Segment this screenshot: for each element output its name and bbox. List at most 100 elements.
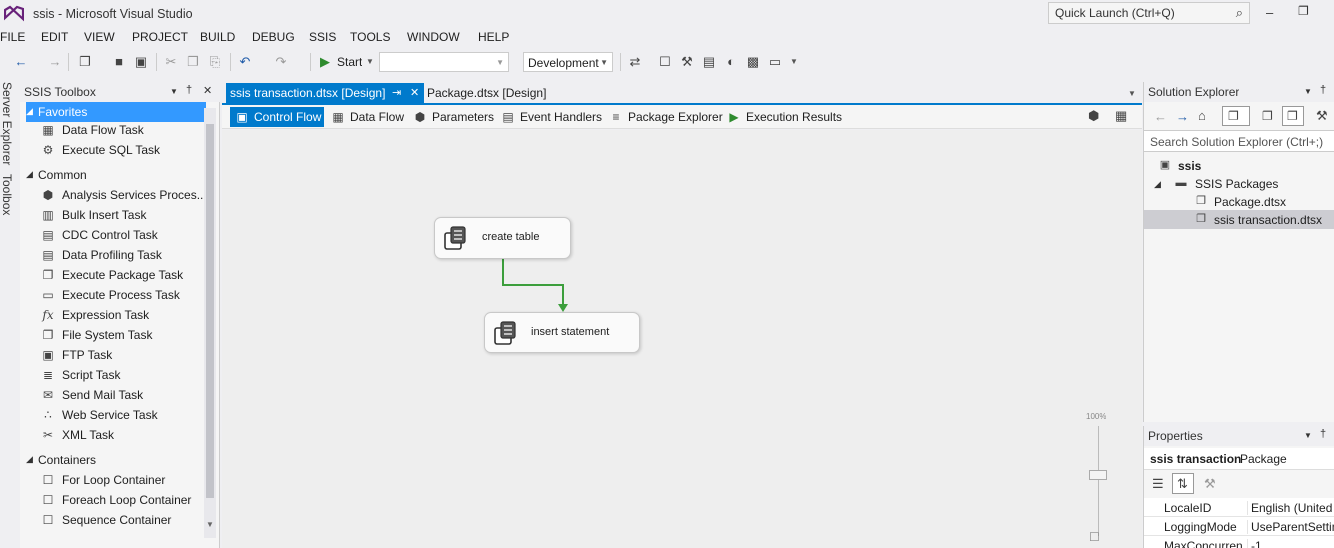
package-icon[interactable]: ▩ <box>744 53 762 71</box>
property-value[interactable]: English (United S <box>1247 501 1334 515</box>
pin-icon[interactable]: † <box>1320 428 1326 440</box>
window-icon[interactable]: ☐ <box>656 53 674 71</box>
tab-overflow-icon[interactable]: ▼ <box>1128 89 1136 98</box>
menu-window[interactable]: WINDOW <box>407 30 460 44</box>
tree-node-file-selected[interactable]: ❐ ssis transaction.dtsx <box>1194 211 1330 229</box>
variables-icon[interactable]: ◐ <box>722 53 740 71</box>
panel-dropdown-icon[interactable]: ▼ <box>1304 87 1312 96</box>
toolbox-item[interactable]: ▭ Execute Process Task <box>40 285 220 305</box>
tab-package-explorer[interactable]: ≡ Package Explorer <box>604 107 722 127</box>
toolbox-item[interactable]: ▦ Data Flow Task <box>40 120 220 140</box>
minimize-button[interactable]: – <box>1266 5 1273 20</box>
toolbox-item[interactable]: fx Expression Task <box>40 305 220 325</box>
property-row[interactable]: LocaleID English (United S <box>1144 498 1334 517</box>
menu-file[interactable]: FILE <box>0 30 25 44</box>
tab-parameters[interactable]: ⬢ Parameters <box>408 107 494 127</box>
pin-icon[interactable]: ⇥ <box>392 86 401 99</box>
toolbox-icon[interactable]: ▤ <box>700 53 718 71</box>
cut-icon[interactable]: ✂ <box>162 53 180 71</box>
save-icon[interactable]: ■ <box>110 53 128 71</box>
menu-project[interactable]: PROJECT <box>132 30 188 44</box>
toolbox-item[interactable]: ∴ Web Service Task <box>40 405 220 425</box>
quick-launch-input[interactable]: Quick Launch (Ctrl+Q) ⌕ <box>1048 2 1250 24</box>
configuration-combo[interactable]: Development ▼ <box>523 52 613 72</box>
undo-icon[interactable]: ↶ <box>236 53 254 71</box>
property-value[interactable]: -1 <box>1247 539 1334 548</box>
task-insert-statement[interactable]: insert statement <box>484 312 640 353</box>
output-icon[interactable]: ▭ <box>766 53 784 71</box>
back-icon[interactable]: ← <box>1154 109 1167 124</box>
menu-tools[interactable]: TOOLS <box>350 30 390 44</box>
group-containers[interactable]: ◢ Containers <box>26 450 206 470</box>
solution-search-input[interactable]: Search Solution Explorer (Ctrl+;) <box>1144 130 1334 152</box>
group-favorites[interactable]: ◢ Favorites <box>26 102 206 122</box>
start-icon[interactable]: ▶ <box>316 53 334 71</box>
toolbox-item[interactable]: ▥ Bulk Insert Task <box>40 205 220 225</box>
toolbox-tab[interactable]: Toolbox <box>0 174 14 215</box>
menu-build[interactable]: BUILD <box>200 30 235 44</box>
collapse-icon[interactable]: ❐ <box>1262 109 1273 123</box>
pin-icon[interactable]: † <box>1320 84 1326 96</box>
scrollbar-thumb[interactable] <box>206 124 214 498</box>
control-flow-canvas[interactable]: create table insert statement 100% ☐ <box>222 130 1142 548</box>
start-button[interactable]: Start <box>337 55 362 69</box>
property-row[interactable]: MaxConcurren -1 <box>1144 536 1334 548</box>
tree-node-file[interactable]: ❐ Package.dtsx <box>1194 193 1330 211</box>
zoom-to-fit-icon[interactable]: ⬢ <box>1088 108 1099 124</box>
group-common[interactable]: ◢ Common <box>26 165 206 185</box>
menu-debug[interactable]: DEBUG <box>252 30 295 44</box>
property-row[interactable]: LoggingMode UseParentSetting <box>1144 517 1334 536</box>
tab-data-flow[interactable]: ▦ Data Flow <box>326 107 408 127</box>
forward-icon[interactable]: → <box>46 53 64 71</box>
fit-view-icon[interactable]: ☐ <box>1089 530 1100 544</box>
toolbox-item[interactable]: ✉ Send Mail Task <box>40 385 220 405</box>
redo-icon[interactable]: ↷ <box>272 53 290 71</box>
zoom-slider-thumb[interactable] <box>1089 470 1107 480</box>
toolbox-item[interactable]: ☐ For Loop Container <box>40 470 220 490</box>
tab-control-flow[interactable]: ▣ Control Flow <box>230 107 324 127</box>
toolbar-options-icon[interactable]: ▼ <box>790 57 798 66</box>
panel-dropdown-icon[interactable]: ▼ <box>1304 431 1312 440</box>
property-object-selector[interactable]: ssis transaction Package <box>1144 448 1334 470</box>
target-combo[interactable]: ▼ <box>379 52 509 72</box>
panel-dropdown-icon[interactable]: ▼ <box>170 87 178 96</box>
tree-node-project[interactable]: ▣ ssis <box>1158 157 1328 175</box>
menu-ssis[interactable]: SSIS <box>309 30 336 44</box>
categorized-icon[interactable]: ☰ <box>1152 476 1164 492</box>
grid-view-icon[interactable]: ▦ <box>1115 108 1127 124</box>
server-explorer-tab[interactable]: Server Explorer <box>0 82 14 165</box>
toolbox-item[interactable]: ▣ FTP Task <box>40 345 220 365</box>
property-value[interactable]: UseParentSetting <box>1247 520 1334 534</box>
toolbox-item[interactable]: ❐ File System Task <box>40 325 220 345</box>
deploy-icon[interactable]: ⇄ <box>626 53 644 71</box>
tab-package[interactable]: Package.dtsx [Design] <box>427 83 587 104</box>
restore-button[interactable]: ❐ <box>1298 4 1309 18</box>
zoom-slider-track[interactable] <box>1098 426 1099 536</box>
toolbox-item[interactable]: ⚙ Execute SQL Task <box>40 140 220 160</box>
home-icon[interactable]: ⌂ <box>1198 108 1206 123</box>
toolbox-item[interactable]: ❐ Execute Package Task <box>40 265 220 285</box>
start-dropdown-icon[interactable]: ▼ <box>366 57 374 66</box>
paste-icon[interactable]: ⎘ <box>206 53 224 71</box>
menu-view[interactable]: VIEW <box>84 30 115 44</box>
new-project-icon[interactable]: ❐ <box>76 53 94 71</box>
tab-ssis-transaction[interactable]: ssis transaction.dtsx [Design] ⇥ ✕ <box>226 83 424 104</box>
scroll-down-icon[interactable]: ▼ <box>206 520 214 529</box>
toolbox-item[interactable]: ⬢ Analysis Services Proces... <box>40 185 220 205</box>
tab-event-handlers[interactable]: ▤ Event Handlers <box>496 107 602 127</box>
precedence-constraint[interactable] <box>222 130 1142 548</box>
toolbox-item[interactable]: ≣ Script Task <box>40 365 220 385</box>
property-pages-icon[interactable]: ⚒ <box>1204 476 1216 492</box>
toolbox-item[interactable]: ▤ Data Profiling Task <box>40 245 220 265</box>
toolbox-item[interactable]: ✂ XML Task <box>40 425 220 445</box>
forward-icon[interactable]: → <box>1176 109 1189 124</box>
copy-icon[interactable]: ❐ <box>184 53 202 71</box>
pin-icon[interactable]: † <box>186 84 192 96</box>
toolbox-item[interactable]: ☐ Sequence Container <box>40 510 220 530</box>
save-all-icon[interactable]: ▣ <box>132 53 150 71</box>
toolbox-item[interactable]: ☐ Foreach Loop Container <box>40 490 220 510</box>
task-create-table[interactable]: create table <box>434 217 571 259</box>
back-icon[interactable]: ← <box>12 53 30 71</box>
menu-help[interactable]: HELP <box>478 30 509 44</box>
tree-node-folder[interactable]: ◢ ▬ SSIS Packages <box>1154 175 1330 193</box>
